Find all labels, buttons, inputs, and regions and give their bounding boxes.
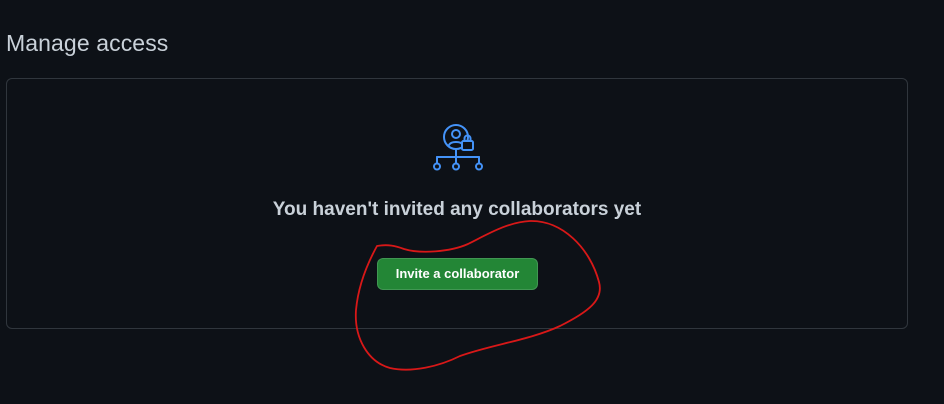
person-lock-hierarchy-icon (433, 124, 483, 171)
invite-collaborator-button[interactable]: Invite a collaborator (377, 258, 538, 290)
empty-state-message: You haven't invited any collaborators ye… (272, 199, 642, 220)
page: Manage access You haven't invited any co… (0, 0, 944, 404)
page-title: Manage access (6, 30, 169, 56)
